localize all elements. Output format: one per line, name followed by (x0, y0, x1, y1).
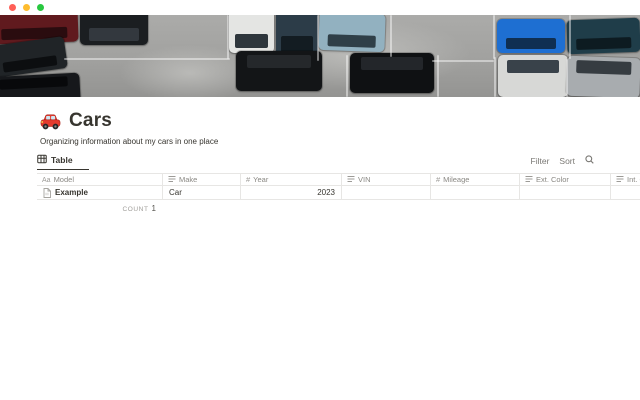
car-windshield (577, 37, 631, 50)
search-icon[interactable] (585, 155, 594, 166)
database-table: AaModelMake#YearVIN#MileageExt. ColorInt… (37, 173, 640, 213)
calc-count-value: 1 (152, 204, 156, 213)
column-header-label: Ext. Color (536, 175, 569, 184)
text-icon (347, 175, 355, 185)
cell-text: Example (55, 188, 88, 197)
parking-line (317, 15, 319, 61)
parking-line (390, 15, 392, 57)
column-header-year[interactable]: #Year (240, 174, 341, 185)
parking-line (346, 55, 348, 97)
page-icon (43, 188, 51, 198)
cover-car-shape (0, 73, 81, 97)
tab-table[interactable]: Table (37, 154, 89, 170)
table-row: Example Car 2023 (37, 186, 640, 200)
cover-car-shape (229, 15, 274, 53)
cell-mileage[interactable] (430, 186, 519, 199)
car-windshield (247, 55, 311, 68)
traffic-light-close[interactable] (9, 4, 16, 11)
car-windshield (0, 77, 68, 90)
parking-line (437, 55, 439, 97)
parking-line (64, 58, 230, 60)
calc-count-label: COUNT (122, 206, 148, 213)
column-header-vin[interactable]: VIN (341, 174, 430, 185)
cell-text: Car (169, 188, 182, 197)
car-windshield (2, 55, 58, 73)
parking-line (493, 15, 495, 59)
number-icon: # (436, 175, 440, 184)
column-header-label: Model (54, 175, 74, 184)
column-header-label: Mileage (443, 175, 469, 184)
filter-button[interactable]: Filter (531, 156, 550, 166)
car-windshield (281, 36, 312, 51)
parking-line (566, 59, 568, 97)
column-header-mileage[interactable]: #Mileage (430, 174, 519, 185)
traffic-light-zoom[interactable] (37, 4, 44, 11)
parking-line (494, 57, 496, 97)
cell-year[interactable]: 2023 (240, 186, 341, 199)
calc-count[interactable]: COUNT 1 (37, 200, 162, 213)
title-icon: Aa (42, 175, 51, 184)
text-icon (616, 175, 624, 185)
parking-line (569, 15, 571, 59)
column-header-label: Make (179, 175, 197, 184)
page-header: Cars Organizing information about my car… (0, 97, 640, 146)
parking-line (432, 60, 494, 62)
number-icon: # (246, 175, 250, 184)
cover-photo (0, 15, 640, 97)
column-header-label: VIN (358, 175, 371, 184)
car-windshield (577, 60, 631, 75)
car-windshield (327, 34, 376, 48)
cover-car-shape (236, 51, 322, 91)
cell-make[interactable]: Car (162, 186, 240, 199)
cell-text: 2023 (317, 188, 335, 197)
traffic-light-minimize[interactable] (23, 4, 30, 11)
page-description[interactable]: Organizing information about my cars in … (40, 137, 600, 146)
cell-vin[interactable] (341, 186, 430, 199)
cover-car-shape (350, 53, 434, 93)
table-body: Example Car 2023 (37, 186, 640, 200)
tab-table-label: Table (51, 155, 73, 165)
column-header-ext-color[interactable]: Ext. Color (519, 174, 610, 185)
car-windshield (235, 34, 268, 48)
cover-car-shape (566, 18, 640, 55)
parking-line (227, 15, 229, 59)
cover-car-shape (498, 55, 568, 97)
column-header-int-color[interactable]: Int. Color (610, 174, 640, 185)
page-icon-red-car-emoji[interactable] (40, 111, 61, 132)
car-windshield (507, 60, 559, 73)
page-title[interactable]: Cars (69, 110, 112, 132)
column-header-label: Int. Color (627, 175, 640, 184)
car-windshield (361, 57, 423, 70)
text-icon (168, 175, 176, 185)
table-header-row: AaModelMake#YearVIN#MileageExt. ColorInt… (37, 173, 640, 186)
column-header-model[interactable]: AaModel (37, 174, 162, 185)
table-grid-icon (37, 154, 47, 166)
cell-model[interactable]: Example (37, 186, 162, 199)
text-icon (525, 175, 533, 185)
cover-car-shape (318, 15, 385, 52)
window-titlebar (0, 0, 640, 15)
column-header-label: Year (253, 175, 268, 184)
cell-ext-color[interactable] (519, 186, 610, 199)
car-windshield (506, 38, 556, 49)
view-bar: Table Filter Sort (0, 153, 640, 170)
cover-car-shape (497, 19, 565, 53)
column-header-make[interactable]: Make (162, 174, 240, 185)
cover-car-shape (566, 56, 640, 97)
cover-car-shape (80, 15, 148, 45)
cell-int-color[interactable] (610, 186, 640, 199)
car-windshield (89, 28, 139, 41)
sort-button[interactable]: Sort (559, 156, 575, 166)
